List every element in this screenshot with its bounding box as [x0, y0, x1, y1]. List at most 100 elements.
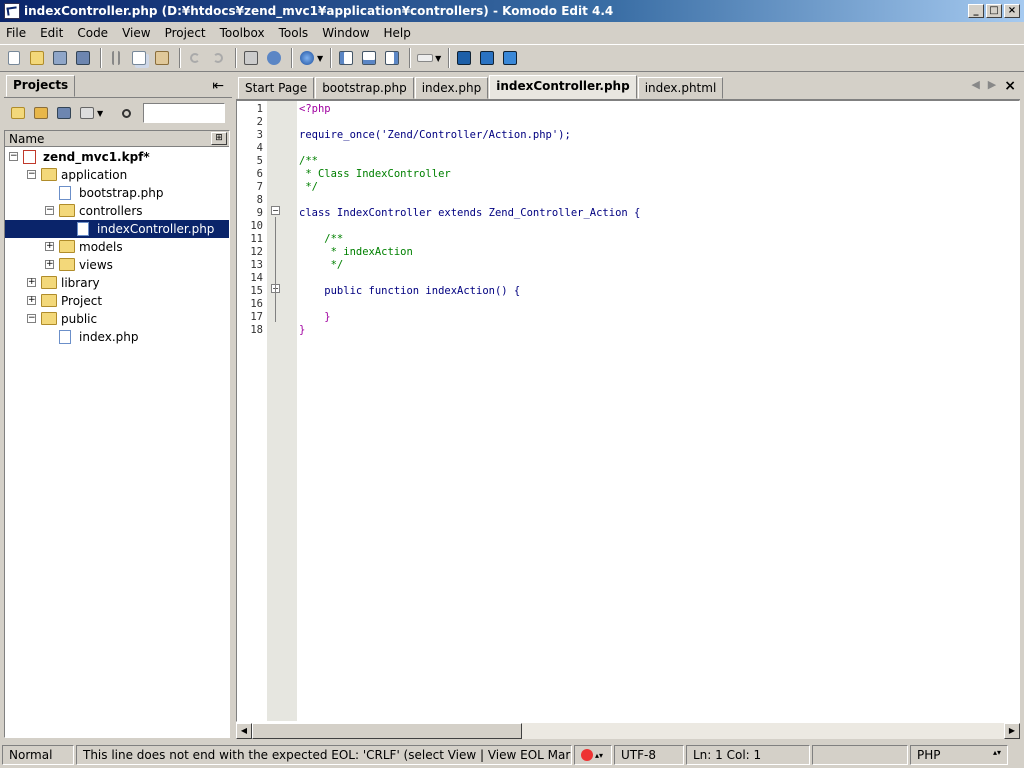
line-number: 18: [250, 324, 263, 336]
pane-left-icon[interactable]: [336, 48, 356, 68]
browser-preview-icon[interactable]: [297, 48, 317, 68]
column-picker-icon[interactable]: ⊞: [211, 132, 227, 145]
new-file-icon[interactable]: [4, 48, 24, 68]
tree-item-label: zend_mvc1.kpf*: [43, 150, 150, 164]
close-tab-icon[interactable]: ×: [1004, 78, 1016, 94]
menu-tools[interactable]: Tools: [279, 26, 309, 40]
save-project-icon[interactable]: [54, 103, 74, 123]
save-icon[interactable]: [50, 48, 70, 68]
cut-icon[interactable]: [106, 48, 126, 68]
tree-item[interactable]: − public: [5, 310, 229, 328]
menu-file[interactable]: File: [6, 26, 26, 40]
project-search-input[interactable]: [143, 103, 226, 123]
menu-toolbox[interactable]: Toolbox: [220, 26, 265, 40]
status-encoding[interactable]: UTF-8: [614, 745, 684, 765]
pane-right-icon[interactable]: [382, 48, 402, 68]
tab-index-php[interactable]: index.php: [414, 77, 489, 99]
undo-icon[interactable]: [185, 48, 205, 68]
scrollbar-thumb[interactable]: [252, 723, 522, 739]
menu-edit[interactable]: Edit: [40, 26, 63, 40]
tree-item[interactable]: + models: [5, 238, 229, 256]
collapse-icon[interactable]: −: [27, 170, 36, 179]
tab-index-phtml[interactable]: index.phtml: [637, 77, 724, 99]
tree-item-label: models: [79, 240, 123, 254]
tree-item[interactable]: − controllers: [5, 202, 229, 220]
new-project-icon[interactable]: [8, 103, 28, 123]
project-options-dropdown-icon[interactable]: ▼: [97, 109, 103, 118]
collapse-icon[interactable]: −: [27, 314, 36, 323]
code-editor[interactable]: 123456789101112131415161718 − − <?phpreq…: [236, 100, 1020, 722]
tab-scroll-right-icon[interactable]: ▶: [988, 78, 996, 94]
expand-icon[interactable]: +: [27, 278, 36, 287]
copy-icon[interactable]: [129, 48, 149, 68]
fold-margin: [267, 101, 297, 721]
tree-item[interactable]: + library: [5, 274, 229, 292]
komodo-refresh-icon[interactable]: [477, 48, 497, 68]
collapse-icon[interactable]: −: [45, 206, 54, 215]
minimize-button[interactable]: _: [968, 4, 984, 18]
save-all-icon[interactable]: [73, 48, 93, 68]
tree-column-header[interactable]: Name ⊞: [5, 131, 229, 147]
tab-start-page[interactable]: Start Page: [238, 77, 315, 99]
close-button[interactable]: ×: [1004, 4, 1020, 18]
language-label: PHP: [917, 748, 941, 762]
tab-bootstrap-php[interactable]: bootstrap.php: [315, 77, 414, 99]
tree-item[interactable]: bootstrap.php: [5, 184, 229, 202]
tree-item[interactable]: + Project: [5, 292, 229, 310]
paste-icon[interactable]: [152, 48, 172, 68]
komodo-app-icon: [4, 3, 20, 19]
print-icon[interactable]: [241, 48, 261, 68]
tree-item[interactable]: − application: [5, 166, 229, 184]
scroll-right-icon[interactable]: ▶: [1004, 723, 1020, 739]
status-blank: [812, 745, 908, 765]
menu-view[interactable]: View: [122, 26, 150, 40]
komodo-debug-icon[interactable]: [500, 48, 520, 68]
tree-item[interactable]: indexController.php: [5, 220, 229, 238]
tab-scroll-left-icon[interactable]: ◀: [971, 78, 979, 94]
line-number: 8: [256, 194, 263, 206]
tree-item[interactable]: − zend_mvc1.kpf*: [5, 148, 229, 166]
column-header-label: Name: [9, 131, 45, 146]
line-number: 9: [256, 207, 263, 219]
collapse-icon[interactable]: −: [9, 152, 18, 161]
tab-projects[interactable]: Projects: [6, 74, 76, 97]
expand-icon[interactable]: +: [27, 296, 36, 305]
keyboard-icon[interactable]: [415, 48, 435, 68]
window-title: indexController.php (D:¥htdocs¥zend_mvc1…: [24, 4, 614, 18]
expand-icon[interactable]: +: [45, 242, 54, 251]
language-dropdown-icon[interactable]: ▴▾: [993, 748, 1001, 762]
line-number: 5: [256, 155, 263, 167]
browser-preview-dropdown-icon[interactable]: ▼: [317, 54, 323, 63]
status-language[interactable]: PHP ▴▾: [910, 745, 1008, 765]
status-check-icon[interactable]: ▴▾: [574, 745, 612, 765]
open-folder-icon[interactable]: [27, 48, 47, 68]
tree-item[interactable]: + views: [5, 256, 229, 274]
line-number: 12: [250, 246, 263, 258]
expand-icon[interactable]: +: [45, 260, 54, 269]
folder-icon: [41, 294, 57, 307]
folder-icon: [41, 168, 57, 181]
tree-item[interactable]: index.php: [5, 328, 229, 346]
open-project-icon[interactable]: [31, 103, 51, 123]
collapse-pane-icon[interactable]: ⇤: [212, 78, 224, 94]
editor-tabs: Start Page bootstrap.php index.php index…: [236, 74, 1020, 100]
fold-toggle-icon[interactable]: −: [271, 206, 280, 215]
pane-bottom-icon[interactable]: [359, 48, 379, 68]
project-options-icon[interactable]: [77, 103, 97, 123]
menu-window[interactable]: Window: [322, 26, 369, 40]
redo-icon[interactable]: [208, 48, 228, 68]
tree-item-label: application: [61, 168, 128, 182]
menu-help[interactable]: Help: [384, 26, 411, 40]
keyboard-dropdown-icon[interactable]: ▼: [435, 54, 441, 63]
tab-indexcontroller-php[interactable]: indexController.php: [489, 75, 637, 99]
tree-item-label: Project: [61, 294, 103, 308]
line-number: 6: [256, 168, 263, 180]
scroll-left-icon[interactable]: ◀: [236, 723, 252, 739]
horizontal-scrollbar[interactable]: ◀ ▶: [236, 722, 1020, 739]
help-icon[interactable]: [264, 48, 284, 68]
menu-code[interactable]: Code: [77, 26, 108, 40]
maximize-button[interactable]: □: [986, 4, 1002, 18]
menu-project[interactable]: Project: [165, 26, 206, 40]
komodo-tool-icon[interactable]: [454, 48, 474, 68]
status-message: This line does not end with the expected…: [76, 745, 572, 765]
